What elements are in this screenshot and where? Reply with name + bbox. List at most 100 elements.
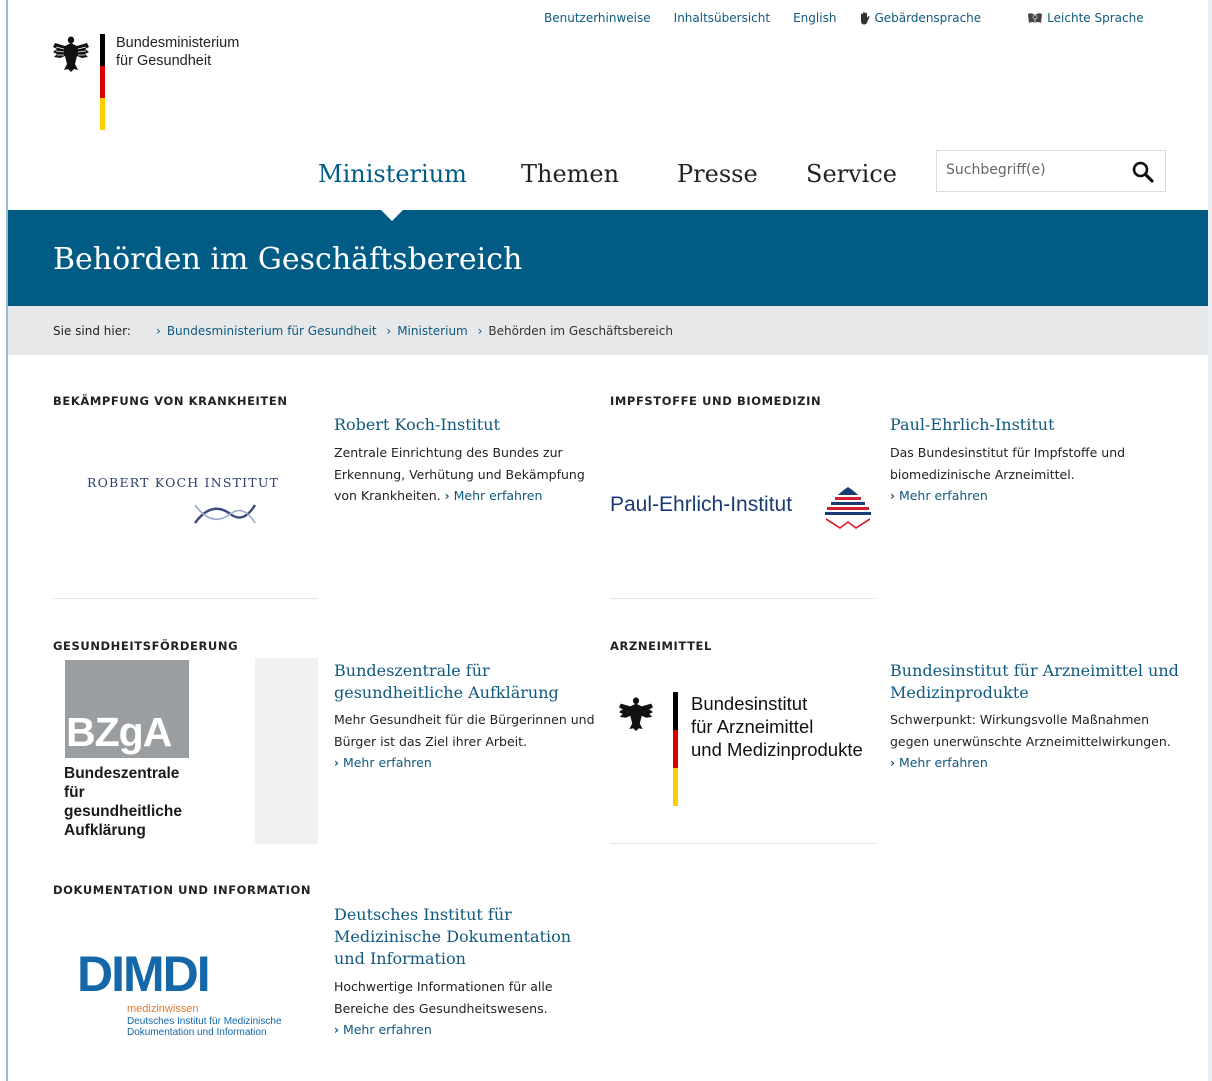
separator: [53, 598, 318, 599]
flag-red: [673, 730, 678, 768]
institute-desc-pei: Das Bundesinstitut für Impfstoffe und bi…: [890, 442, 1165, 508]
bfarm-logo-line: für Arzneimittel: [691, 716, 814, 737]
section-heading-krankheiten: BEKÄMPFUNG VON KRANKHEITEN: [53, 394, 288, 408]
dimdi-logo-subtext: Deutsches Institut für Medizinische Doku…: [127, 1016, 282, 1038]
breadcrumb-item-ministerium[interactable]: Ministerium: [397, 324, 468, 338]
rki-logo-text: ROBERT KOCH INSTITUT: [87, 475, 280, 490]
breadcrumb-items: › Bundesministerium für Gesundheit › Minis…: [156, 324, 679, 338]
dimdi-logo-line: Dokumentation und Information: [127, 1027, 267, 1038]
search-icon: [1132, 161, 1154, 183]
institute-desc-bfarm: Schwerpunkt: Wirkungsvolle Maßnahmen geg…: [890, 709, 1180, 775]
rki-logo[interactable]: ROBERT KOCH INSTITUT: [53, 415, 318, 595]
institute-desc-pei-text: Das Bundesinstitut für Impfstoffe und bi…: [890, 445, 1126, 482]
bfarm-logo-text: Bundesinstitut für Arzneimittel und Medi…: [691, 692, 863, 761]
bzga-logo[interactable]: BZgA Bundeszentrale für gesundheitliche …: [53, 658, 318, 844]
pei-logo[interactable]: Paul-Ehrlich-Institut: [610, 415, 876, 595]
breadcrumb-item-ministry[interactable]: Bundesministerium für Gesundheit: [167, 324, 377, 338]
chevron-right-icon: ›: [890, 489, 895, 503]
section-heading-arzneimittel: ARZNEIMITTEL: [610, 639, 712, 653]
bfarm-logo-line: Bundesinstitut: [691, 693, 808, 714]
rki-helix-icon: [194, 504, 257, 524]
institute-desc-dimdi-text: Hochwertige Informationen für alle Berei…: [334, 979, 553, 1016]
link-leichte-sprache[interactable]: Leichte Sprache: [1027, 11, 1166, 25]
federal-eagle-icon: [618, 697, 654, 732]
link-english[interactable]: English: [793, 11, 836, 25]
separator: [610, 843, 876, 844]
ministry-name-line1: Bundesministerium: [116, 35, 240, 51]
page: Bundesministerium für Gesundheit Benutze…: [0, 0, 1212, 1081]
flag-gold: [100, 98, 105, 130]
link-leichte-sprache-label: Leichte Sprache: [1047, 11, 1144, 25]
more-link-bzga[interactable]: › Mehr erfahren: [334, 755, 432, 770]
institute-title-bfarm[interactable]: Bundesinstitut für Arzneimittel und Medi…: [890, 660, 1180, 704]
ministry-name-line2: für Gesundheit: [116, 53, 212, 69]
german-flag-stripe: [673, 692, 678, 806]
link-gebaerdensprache-label: Gebärdensprache: [874, 11, 982, 25]
more-link-dimdi[interactable]: › Mehr erfahren: [334, 1022, 432, 1037]
institute-title-pei[interactable]: Paul-Ehrlich-Institut: [890, 414, 1160, 436]
breadcrumb-label: Sie sind hier:: [53, 324, 131, 338]
nav-ministerium[interactable]: Ministerium: [318, 160, 467, 188]
link-inhaltsuebersicht[interactable]: Inhaltsübersicht: [674, 11, 770, 25]
flag-red: [100, 66, 105, 98]
more-link-label: Mehr erfahren: [898, 755, 988, 770]
section-heading-impfstoffe: IMPFSTOFFE UND BIOMEDIZIN: [610, 394, 822, 408]
bzga-logo-line: Aufklärung: [64, 822, 146, 839]
separator: [610, 598, 876, 599]
institute-title-bzga[interactable]: Bundeszentrale für gesundheitliche Aufkl…: [334, 660, 594, 704]
dimdi-logo-line: Deutsches Institut für Medizinische: [127, 1016, 282, 1027]
nav-presse[interactable]: Presse: [677, 160, 758, 188]
window-border-right: [1208, 0, 1212, 1081]
bzga-logo-line: gesundheitliche: [64, 803, 182, 820]
german-flag-stripe: [100, 34, 105, 130]
more-link-label: Mehr erfahren: [342, 755, 432, 770]
institute-title-rki[interactable]: Robert Koch-Institut: [334, 414, 594, 436]
page-hero-banner: Behörden im Geschäftsbereich: [8, 210, 1208, 306]
more-link-label: Mehr erfahren: [453, 488, 543, 503]
breadcrumb-separator: ›: [386, 324, 392, 338]
institute-desc-dimdi: Hochwertige Informationen für alle Berei…: [334, 976, 594, 1042]
section-heading-dokumentation: DOKUMENTATION UND INFORMATION: [53, 883, 312, 897]
bfarm-logo-line: und Medizinprodukte: [691, 739, 863, 760]
breadcrumb-separator: ›: [156, 324, 161, 338]
bzga-logo-subtext: Bundeszentrale für gesundheitliche Aufkl…: [64, 764, 182, 840]
more-link-label: Mehr erfahren: [898, 488, 988, 503]
nav-themen[interactable]: Themen: [521, 160, 619, 188]
bzga-logo-line: Bundeszentrale: [64, 765, 180, 782]
dimdi-logo-tagline: medizinwissen: [127, 1003, 199, 1015]
bzga-logo-line: für: [64, 784, 85, 801]
hand-icon: [861, 11, 871, 24]
institute-desc-bzga: Mehr Gesundheit für die Bürgerinnen und …: [334, 709, 596, 775]
more-link-rki[interactable]: › Mehr erfahren: [445, 488, 543, 503]
search-input[interactable]: [946, 162, 1116, 178]
bzga-logo-text: BZgA: [66, 709, 172, 755]
bfarm-logo[interactable]: Bundesinstitut für Arzneimittel und Medi…: [610, 660, 876, 840]
breadcrumb-separator: ›: [477, 324, 483, 338]
search-box: [936, 150, 1166, 192]
window-border-left: [0, 0, 8, 1081]
section-heading-gesundheitsfoerderung: GESUNDHEITSFÖRDERUNG: [53, 639, 239, 653]
institute-title-dimdi[interactable]: Deutsches Institut für Medizinische Doku…: [334, 904, 589, 970]
dimdi-logo-text: DIMDI: [77, 946, 211, 1002]
page-title: Behörden im Geschäftsbereich: [53, 242, 523, 277]
link-benutzerhinweise[interactable]: Benutzerhinweise: [544, 11, 651, 25]
flag-gold: [673, 768, 678, 806]
chevron-right-icon: ›: [334, 756, 339, 770]
ministry-name: Bundesministerium für Gesundheit: [116, 34, 239, 70]
chevron-right-icon: ›: [334, 1023, 339, 1037]
more-link-pei[interactable]: › Mehr erfahren: [890, 488, 988, 503]
search-button[interactable]: [1131, 160, 1155, 184]
link-gebaerdensprache[interactable]: Gebärdensprache: [859, 11, 1004, 25]
federal-eagle-icon: [53, 36, 89, 72]
easy-language-icon: [1028, 12, 1043, 23]
service-navigation: Benutzerhinweise Inhaltsübersicht Englis…: [544, 11, 1190, 25]
dimdi-logo[interactable]: DIMDI medizinwissen Deutsches Institut f…: [53, 905, 318, 1065]
institute-desc-bzga-text: Mehr Gesundheit für die Bürgerinnen und …: [334, 712, 595, 749]
chevron-right-icon: ›: [890, 756, 895, 770]
nav-service[interactable]: Service: [806, 160, 897, 188]
flag-black: [673, 692, 678, 730]
more-link-bfarm[interactable]: › Mehr erfahren: [890, 755, 988, 770]
institute-desc-bfarm-text: Schwerpunkt: Wirkungsvolle Maßnahmen geg…: [890, 712, 1171, 749]
pei-emblem-icon: [825, 487, 871, 529]
flag-black: [100, 34, 105, 66]
